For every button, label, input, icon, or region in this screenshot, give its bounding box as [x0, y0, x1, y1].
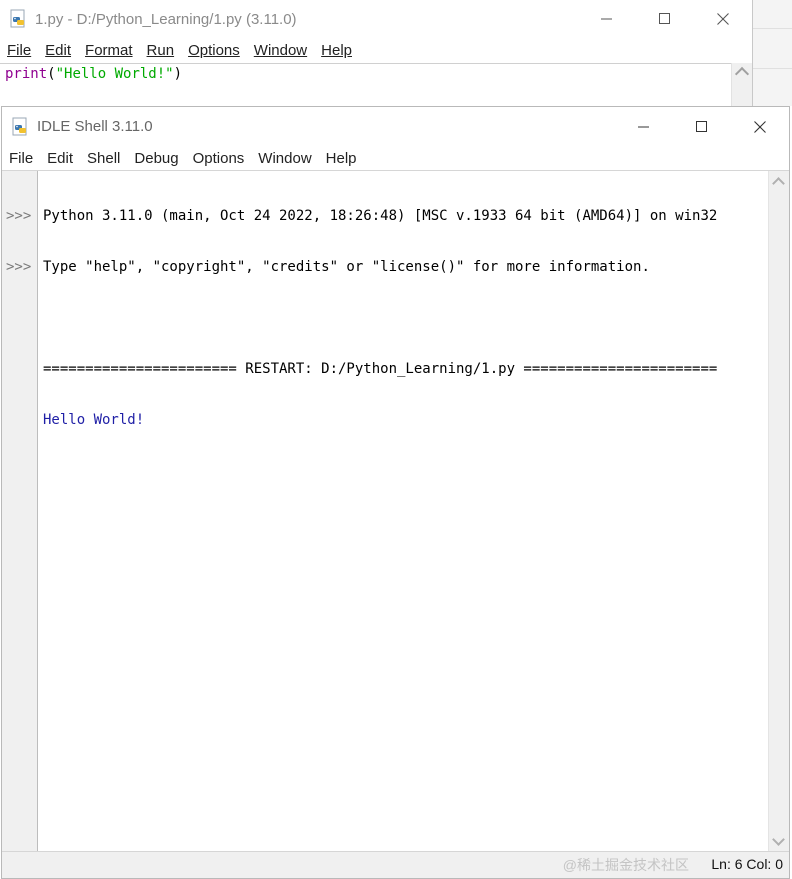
shell-close-button[interactable] — [731, 107, 789, 146]
shell-menu-help[interactable]: Help — [319, 150, 364, 167]
prompt-gutter: >>> >>> — [2, 171, 38, 852]
editor-menubar: File Edit Format Run Options Window Help — [0, 37, 359, 63]
shell-titlebar[interactable]: IDLE Shell 3.11.0 — [2, 107, 789, 146]
shell-menu-options[interactable]: Options — [186, 150, 252, 167]
shell-restart-line: ======================= RESTART: D:/Pyth… — [43, 361, 718, 377]
editor-menu-window[interactable]: Window — [247, 42, 314, 59]
python-file-icon — [9, 9, 29, 29]
editor-menu-format[interactable]: Format — [78, 42, 140, 59]
close-icon — [754, 120, 766, 133]
shell-menu-file[interactable]: File — [2, 150, 40, 167]
watermark-text: @稀土掘金技术社区 — [562, 857, 689, 873]
editor-titlebar[interactable]: 1.py - D:/Python_Learning/1.py (3.11.0) — [0, 0, 752, 38]
shell-text-area[interactable]: >>> >>> Python 3.11.0 (main, Oct 24 2022… — [2, 170, 789, 852]
shell-menu-shell[interactable]: Shell — [80, 150, 127, 167]
shell-vertical-scrollbar[interactable] — [768, 171, 789, 852]
scroll-up-icon — [734, 66, 750, 82]
shell-line: Type "help", "copyright", "credits" or "… — [43, 259, 650, 275]
shell-window-title: IDLE Shell 3.11.0 — [37, 118, 153, 135]
minimize-icon — [638, 126, 649, 127]
code-builtin: print — [5, 66, 48, 82]
maximize-icon — [696, 120, 707, 132]
shell-line: Python 3.11.0 (main, Oct 24 2022, 18:26:… — [43, 208, 718, 224]
editor-minimize-button[interactable] — [578, 0, 636, 38]
editor-close-button[interactable] — [694, 0, 752, 38]
editor-window: 1.py - D:/Python_Learning/1.py (3.11.0) … — [0, 0, 753, 106]
editor-menu-run[interactable]: Run — [140, 42, 182, 59]
shell-menu-window[interactable]: Window — [251, 150, 318, 167]
shell-prompt: >>> — [6, 259, 32, 275]
editor-window-title: 1.py - D:/Python_Learning/1.py (3.11.0) — [35, 10, 297, 28]
python-file-icon — [11, 117, 31, 137]
shell-menu-edit[interactable]: Edit — [40, 150, 80, 167]
shell-prompt: >>> — [6, 208, 32, 224]
editor-menu-options[interactable]: Options — [181, 42, 247, 59]
shell-menubar: File Edit Shell Debug Options Window Hel… — [2, 145, 364, 171]
shell-minimize-button[interactable] — [615, 107, 673, 146]
shell-program-output: Hello World! — [43, 412, 145, 428]
close-icon — [717, 13, 729, 25]
shell-status-bar: @稀土掘金技术社区 Ln: 6 Col: 0 — [2, 851, 789, 878]
code-string: "Hello World!" — [55, 66, 174, 82]
editor-vertical-scrollbar[interactable] — [731, 63, 752, 106]
editor-maximize-button[interactable] — [636, 0, 694, 38]
shell-window: IDLE Shell 3.11.0 File Edit Shell Debug … — [1, 106, 790, 879]
editor-menu-edit[interactable]: Edit — [38, 42, 78, 59]
background-desktop-strip — [753, 0, 792, 106]
cursor-position: Ln: 6 Col: 0 — [711, 856, 783, 872]
maximize-icon — [659, 13, 670, 24]
scroll-down-icon — [772, 833, 785, 846]
editor-code-line: print("Hello World!") — [5, 66, 182, 82]
editor-menu-help[interactable]: Help — [314, 42, 359, 59]
shell-maximize-button[interactable] — [673, 107, 731, 146]
shell-menu-debug[interactable]: Debug — [127, 150, 185, 167]
scroll-up-icon — [772, 177, 785, 190]
code-paren-open: ( — [47, 66, 56, 82]
shell-output: Python 3.11.0 (main, Oct 24 2022, 18:26:… — [43, 174, 767, 463]
code-paren-close: ) — [173, 66, 183, 82]
editor-menu-file[interactable]: File — [0, 42, 38, 59]
minimize-icon — [601, 18, 612, 20]
